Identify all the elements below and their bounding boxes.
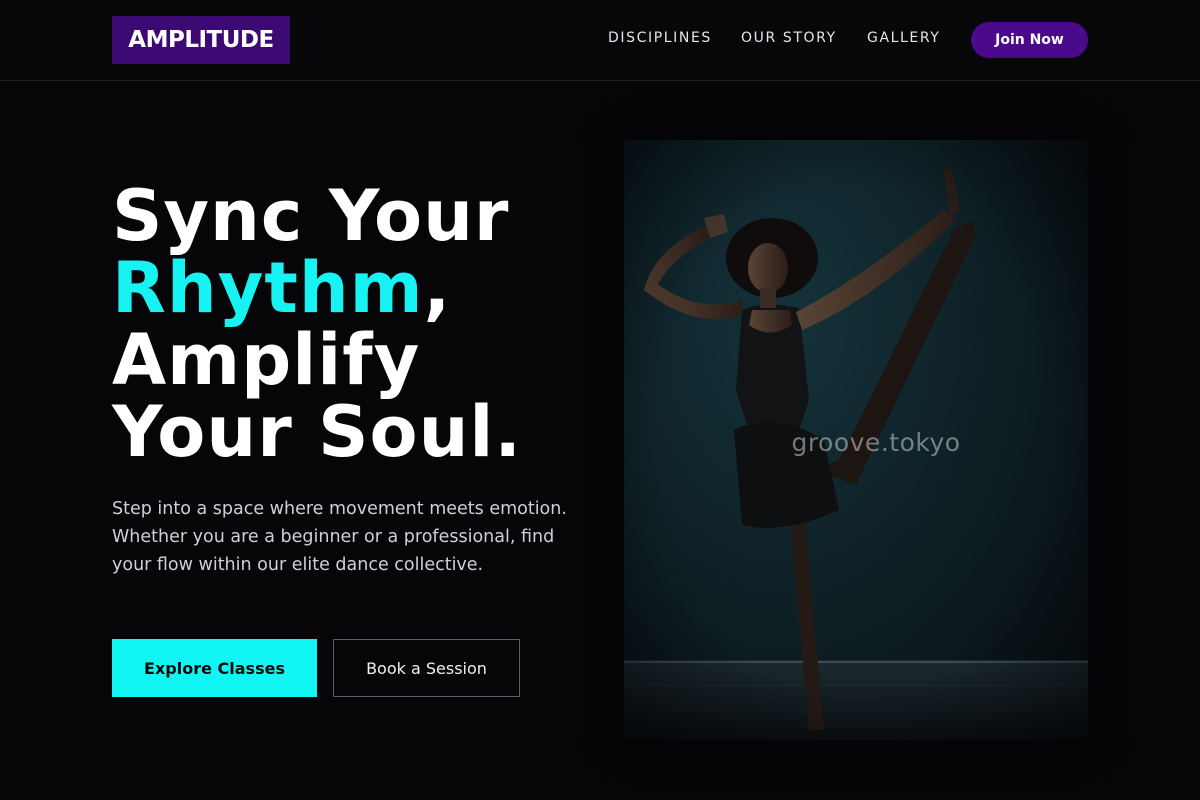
headline-line-2: Rhythm, <box>112 252 582 324</box>
brand-logo[interactable]: AMPLITUDE <box>112 16 290 64</box>
image-watermark: groove.tokyo <box>791 428 961 457</box>
headline-comma: , <box>423 247 452 329</box>
headline-line-1: Sync Your <box>112 175 510 257</box>
hero-headline: Sync Your Rhythm, Amplify Your Soul. <box>112 180 582 468</box>
book-session-button[interactable]: Book a Session <box>333 639 520 697</box>
explore-classes-button[interactable]: Explore Classes <box>112 639 317 697</box>
dancer-photo: groove.tokyo <box>624 140 1088 740</box>
headline-line-3: Amplify <box>112 319 421 401</box>
nav-disciplines-link[interactable]: DISCIPLINES <box>608 30 712 48</box>
headline-line-4: Your Soul. <box>112 391 523 473</box>
site-header: AMPLITUDE DISCIPLINES OUR STORY GALLERY … <box>0 0 1200 81</box>
nav-our-story-link[interactable]: OUR STORY <box>741 30 837 48</box>
join-now-button[interactable]: Join Now <box>971 22 1088 58</box>
hero-description: Step into a space where movement meets e… <box>112 499 567 575</box>
headline-accent-word: Rhythm <box>112 247 424 329</box>
nav-gallery-link[interactable]: GALLERY <box>867 30 940 48</box>
